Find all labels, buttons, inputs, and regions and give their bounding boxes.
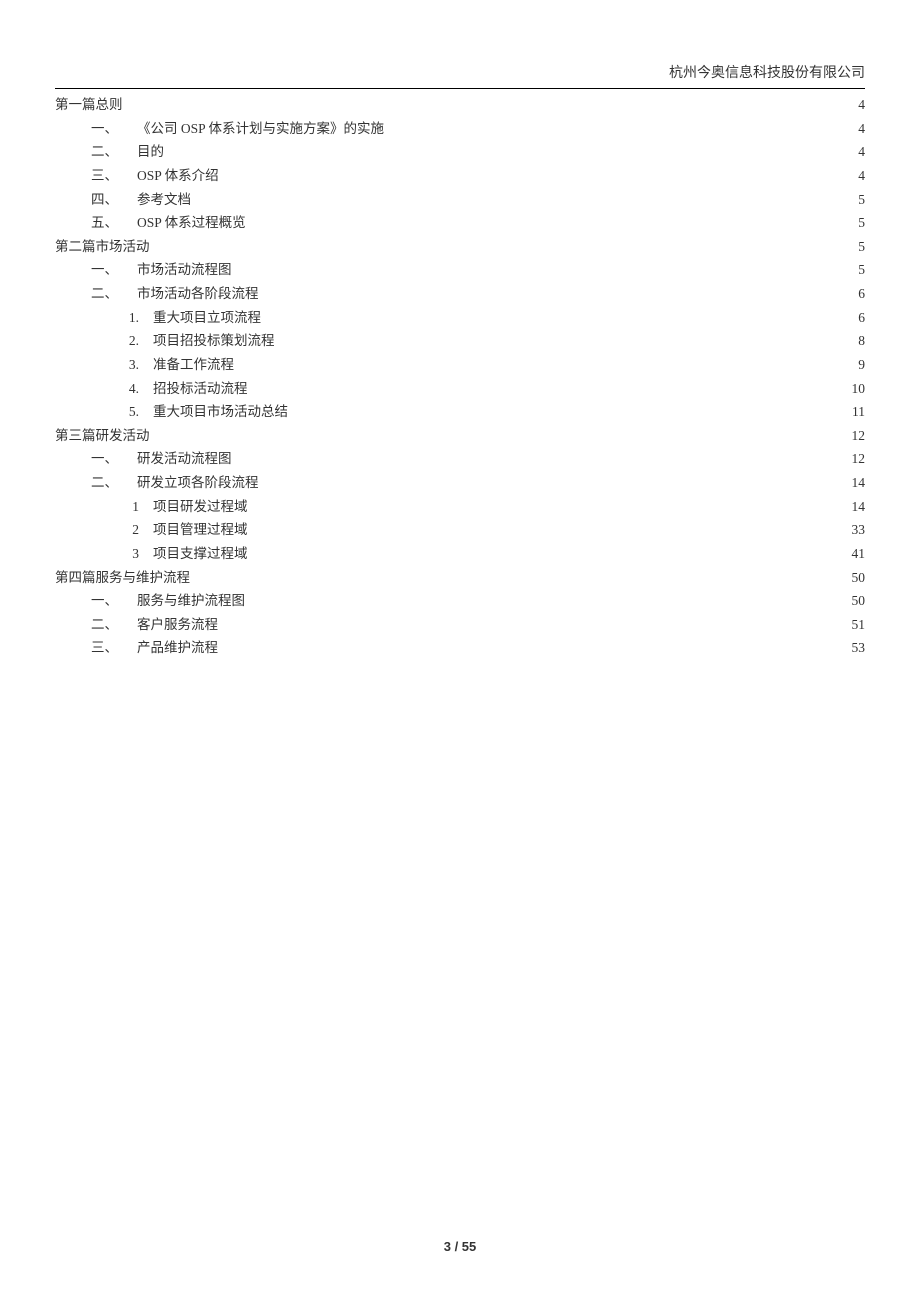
toc-marker: 1. — [127, 306, 153, 330]
toc-page-number: 41 — [849, 542, 866, 566]
toc-page-number: 4 — [855, 164, 865, 188]
toc-page-number: 5 — [855, 188, 865, 212]
toc-marker: 一、 — [91, 258, 137, 282]
toc-title: 项目招投标策划流程 — [153, 329, 275, 353]
toc-marker: 二、 — [91, 140, 137, 164]
toc-page-number: 14 — [849, 495, 866, 519]
toc-marker: 四、 — [91, 188, 137, 212]
page-number: 3 / 55 — [444, 1239, 477, 1254]
toc-page-number: 9 — [855, 353, 865, 377]
toc-marker: 一、 — [91, 117, 137, 141]
toc-title: 目的 — [137, 140, 164, 164]
toc-entry: 一、研发活动流程图 12 — [55, 447, 865, 471]
toc-title: 研发立项各阶段流程 — [137, 471, 259, 495]
toc-marker: 3 — [127, 542, 153, 566]
toc-title: 项目支撑过程域 — [153, 542, 248, 566]
toc-marker: 1 — [127, 495, 153, 519]
toc-entry: 一、市场活动流程图 5 — [55, 258, 865, 282]
toc-title: 研发活动流程图 — [137, 447, 232, 471]
toc-entry: 二、市场活动各阶段流程 6 — [55, 282, 865, 306]
page-header: 杭州今奥信息科技股份有限公司 — [55, 62, 865, 89]
toc-entry: 1.重大项目立项流程 6 — [55, 306, 865, 330]
toc-page-number: 6 — [855, 282, 865, 306]
toc-marker: 3. — [127, 353, 153, 377]
toc-page-number: 8 — [855, 329, 865, 353]
toc-entry: 三、产品维护流程 53 — [55, 636, 865, 660]
toc-entry: 二、目的 4 — [55, 140, 865, 164]
toc-marker: 三、 — [91, 636, 137, 660]
toc-entry: 第四篇服务与维护流程 50 — [55, 566, 865, 590]
toc-page-number: 6 — [855, 306, 865, 330]
toc-title: OSP 体系过程概览 — [137, 211, 246, 235]
toc-title: 客户服务流程 — [137, 613, 218, 637]
toc-page-number: 4 — [855, 140, 865, 164]
toc-entry: 3项目支撑过程域 41 — [55, 542, 865, 566]
toc-page-number: 5 — [855, 211, 865, 235]
toc-page-number: 14 — [849, 471, 866, 495]
toc-entry: 一、服务与维护流程图 50 — [55, 589, 865, 613]
toc-entry: 二、客户服务流程 51 — [55, 613, 865, 637]
toc-title: 项目管理过程域 — [153, 518, 248, 542]
table-of-contents: 第一篇总则4一、《公司 OSP 体系计划与实施方案》的实施4二、目的4三、OSP… — [55, 93, 865, 660]
toc-page-number: 5 — [855, 258, 865, 282]
toc-title: 第二篇市场活动 — [55, 235, 150, 259]
toc-title: 第一篇总则 — [55, 93, 123, 117]
toc-marker: 2 — [127, 518, 153, 542]
toc-marker: 4. — [127, 377, 153, 401]
toc-page-number: 53 — [849, 636, 866, 660]
toc-marker: 一、 — [91, 589, 137, 613]
toc-entry: 2.项目招投标策划流程 8 — [55, 329, 865, 353]
toc-title: 重大项目立项流程 — [153, 306, 261, 330]
toc-marker: 二、 — [91, 471, 137, 495]
toc-page-number: 5 — [855, 235, 865, 259]
toc-entry: 第二篇市场活动 5 — [55, 235, 865, 259]
toc-marker: 二、 — [91, 613, 137, 637]
toc-marker: 三、 — [91, 164, 137, 188]
company-name: 杭州今奥信息科技股份有限公司 — [669, 66, 865, 81]
toc-marker: 一、 — [91, 447, 137, 471]
toc-title: 产品维护流程 — [137, 636, 218, 660]
toc-page-number: 33 — [849, 518, 866, 542]
toc-entry: 第一篇总则 4 — [55, 93, 865, 117]
toc-title: 项目研发过程域 — [153, 495, 248, 519]
toc-page-number: 11 — [849, 400, 865, 424]
page-footer: 3 / 55 — [0, 1239, 920, 1254]
document-page: 杭州今奥信息科技股份有限公司 第一篇总则4一、《公司 OSP 体系计划与实施方案… — [0, 0, 920, 660]
toc-page-number: 12 — [849, 424, 866, 448]
toc-page-number: 4 — [855, 93, 865, 117]
toc-page-number: 50 — [849, 589, 866, 613]
toc-entry: 二、研发立项各阶段流程 14 — [55, 471, 865, 495]
toc-page-number: 51 — [849, 613, 866, 637]
toc-entry: 1项目研发过程域 14 — [55, 495, 865, 519]
toc-entry: 三、OSP 体系介绍 4 — [55, 164, 865, 188]
toc-entry: 4.招投标活动流程 10 — [55, 377, 865, 401]
toc-marker: 5. — [127, 400, 153, 424]
toc-marker: 2. — [127, 329, 153, 353]
toc-page-number: 12 — [849, 447, 866, 471]
toc-marker: 二、 — [91, 282, 137, 306]
toc-entry: 一、《公司 OSP 体系计划与实施方案》的实施 4 — [55, 117, 865, 141]
toc-entry: 5.重大项目市场活动总结 11 — [55, 400, 865, 424]
toc-marker: 五、 — [91, 211, 137, 235]
toc-title: 市场活动流程图 — [137, 258, 232, 282]
toc-title: 服务与维护流程图 — [137, 589, 245, 613]
toc-page-number: 10 — [849, 377, 866, 401]
toc-entry: 五、OSP 体系过程概览 5 — [55, 211, 865, 235]
toc-title: 第三篇研发活动 — [55, 424, 150, 448]
toc-title: 市场活动各阶段流程 — [137, 282, 259, 306]
toc-entry: 3.准备工作流程 9 — [55, 353, 865, 377]
toc-entry: 第三篇研发活动 12 — [55, 424, 865, 448]
toc-title: 第四篇服务与维护流程 — [55, 566, 190, 590]
toc-title: 准备工作流程 — [153, 353, 234, 377]
toc-page-number: 4 — [855, 117, 865, 141]
toc-title: 招投标活动流程 — [153, 377, 248, 401]
toc-entry: 2项目管理过程域 33 — [55, 518, 865, 542]
toc-title: 参考文档 — [137, 188, 191, 212]
toc-title: 重大项目市场活动总结 — [153, 400, 288, 424]
toc-entry: 四、参考文档 5 — [55, 188, 865, 212]
toc-page-number: 50 — [849, 566, 866, 590]
toc-title: 《公司 OSP 体系计划与实施方案》的实施 — [137, 117, 384, 141]
toc-title: OSP 体系介绍 — [137, 164, 219, 188]
